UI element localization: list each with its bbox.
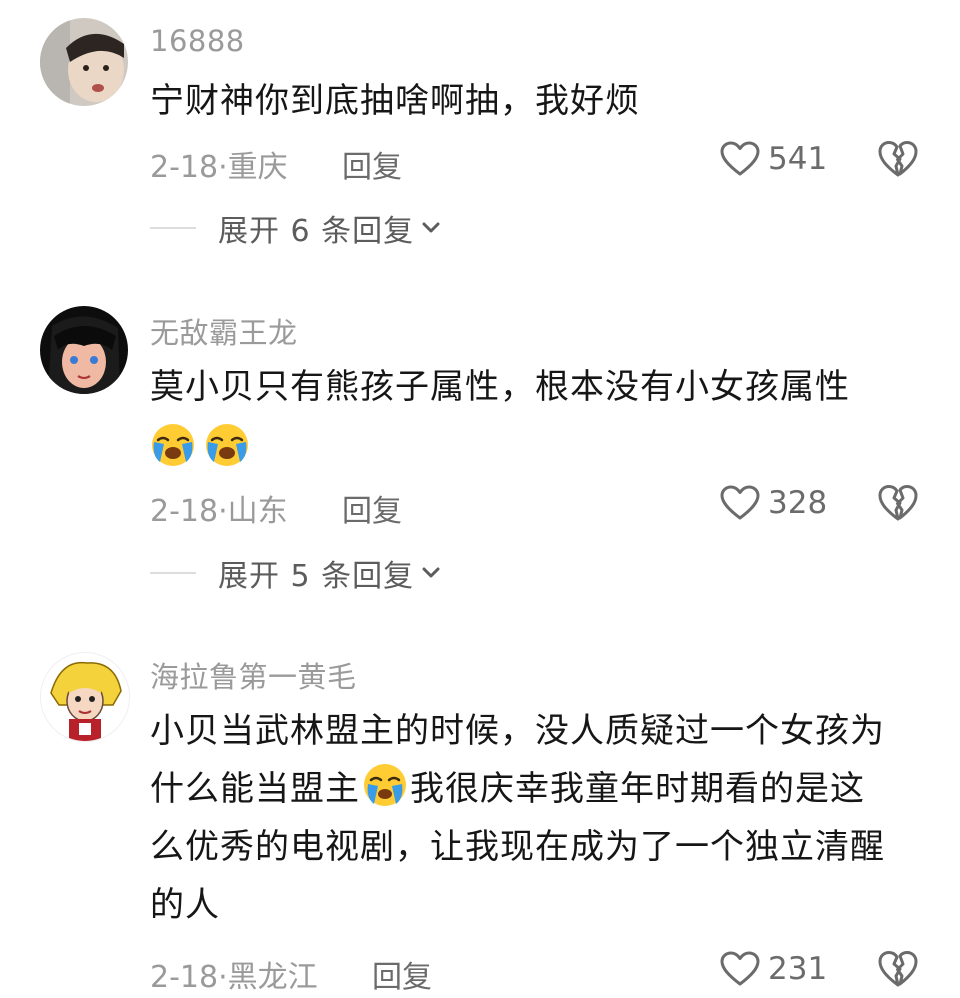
comment-meta: 2-18·黑龙江	[150, 952, 318, 996]
comment-text-line: 小贝当武林盟主的时候，没人质疑过一个女孩为	[150, 711, 885, 751]
comment-text-line: 宁财神你到底抽啥啊抽，我好烦	[150, 81, 640, 121]
comment-text-segment: 什么能当盟主	[150, 769, 360, 809]
avatar[interactable]	[40, 652, 130, 742]
comment-text-line: 么优秀的电视剧，让我现在成为了一个独立清醒	[150, 827, 885, 867]
comment-text-segment: 我很庆幸我童年时期看的是这	[410, 769, 865, 809]
comment-date: 2-18	[150, 150, 219, 185]
avatar[interactable]	[40, 306, 128, 394]
heart-outline-icon	[720, 485, 760, 520]
like-button[interactable]: 231	[720, 951, 827, 987]
loudly-crying-face-emoji	[152, 424, 194, 466]
comment-text: 宁财神你到底抽啥啊抽，我好烦	[150, 72, 920, 130]
comment-location: 山东	[227, 494, 288, 529]
avatar-child-photo	[40, 18, 128, 106]
meta-separator: ·	[218, 150, 228, 185]
broken-heart-icon[interactable]	[878, 140, 918, 178]
expand-replies-label: 展开 6 条回复	[218, 214, 415, 249]
comment-text-line: 什么能当盟主 我很庆幸我童年时期看的是这	[150, 760, 920, 818]
expand-replies-button[interactable]: 展开 6 条回复	[150, 206, 440, 250]
reply-button[interactable]: 回复	[372, 952, 432, 996]
like-button[interactable]: 541	[720, 141, 827, 177]
like-count: 541	[768, 141, 828, 177]
avatar-anime-girl	[40, 306, 128, 394]
like-count: 231	[768, 951, 828, 987]
avatar[interactable]	[40, 18, 128, 106]
meta-separator: ·	[218, 960, 228, 995]
crying-face-emoji	[364, 764, 406, 806]
username[interactable]: 16888	[150, 24, 245, 58]
avatar-cartoon-elf	[41, 653, 129, 741]
comment-text: 莫小贝只有熊孩子属性，根本没有小女孩属性	[150, 358, 920, 478]
username[interactable]: 海拉鲁第一黄毛	[150, 654, 357, 696]
comment-meta: 2-18·山东	[150, 486, 288, 530]
comment-meta: 2-18·重庆	[150, 142, 288, 186]
reply-button[interactable]: 回复	[342, 142, 402, 186]
broken-heart-icon[interactable]	[878, 950, 918, 988]
reply-button[interactable]: 回复	[342, 486, 402, 530]
comment-text-line: 莫小贝只有熊孩子属性，根本没有小女孩属性	[150, 367, 850, 407]
chevron-down-icon	[422, 567, 440, 578]
divider-dash	[150, 227, 196, 229]
like-button[interactable]: 328	[720, 485, 827, 521]
comment-text-line: 的人	[150, 885, 220, 925]
meta-separator: ·	[218, 494, 228, 529]
comment-location: 重庆	[227, 150, 288, 185]
comment-text: 小贝当武林盟主的时候，没人质疑过一个女孩为 什么能当盟主 我很庆幸我童年时期看的…	[150, 702, 920, 934]
broken-heart-icon[interactable]	[878, 484, 918, 522]
expand-replies-button[interactable]: 展开 5 条回复	[150, 551, 440, 595]
loudly-crying-face-emoji	[206, 424, 248, 466]
heart-outline-icon	[720, 951, 760, 986]
comment-date: 2-18	[150, 494, 219, 529]
like-count: 328	[768, 485, 828, 521]
emoji-row	[150, 416, 920, 478]
username[interactable]: 无敌霸王龙	[150, 310, 298, 352]
heart-outline-icon	[720, 141, 760, 176]
expand-replies-label: 展开 5 条回复	[218, 559, 415, 594]
chevron-down-icon	[422, 222, 440, 233]
comment-location: 黑龙江	[227, 960, 318, 995]
divider-dash	[150, 572, 196, 574]
comment-date: 2-18	[150, 960, 219, 995]
